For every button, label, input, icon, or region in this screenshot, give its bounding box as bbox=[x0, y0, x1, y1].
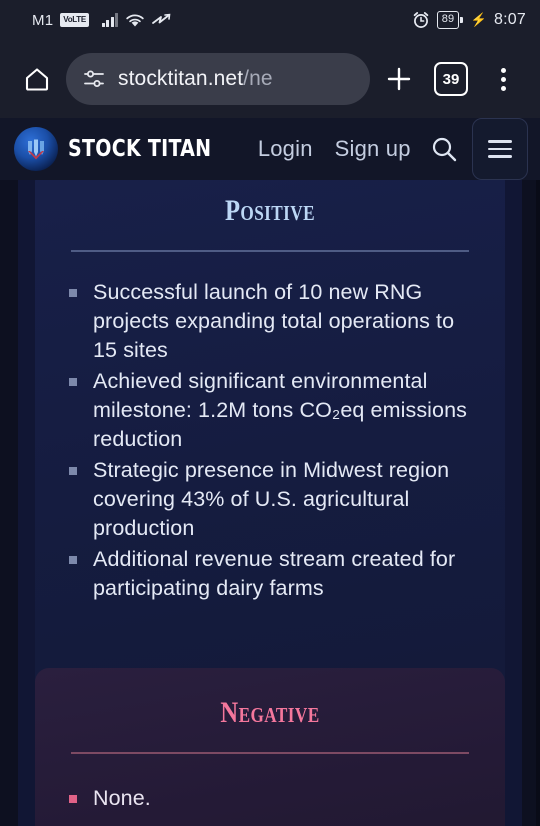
home-button[interactable] bbox=[14, 56, 60, 102]
page-content: Positive Successful launch of 10 new RNG… bbox=[0, 180, 540, 826]
data-sync-icon bbox=[152, 13, 171, 27]
status-bar-left: M1 VoLTE bbox=[14, 12, 412, 29]
signup-link[interactable]: Sign up bbox=[335, 136, 411, 162]
page-info-tune-icon[interactable] bbox=[82, 67, 106, 91]
volte-badge: VoLTE bbox=[60, 13, 89, 27]
list-item: Strategic presence in Midwest region cov… bbox=[67, 456, 475, 543]
battery-cap bbox=[460, 17, 463, 23]
url-bar[interactable]: stocktitan.net/ne bbox=[66, 53, 370, 105]
wifi-icon bbox=[125, 13, 145, 28]
mobile-browser-screen: M1 VoLTE 89 ⚡ 8:07 stocktitan.net/ne 39 … bbox=[0, 0, 540, 826]
tab-count-badge[interactable]: 39 bbox=[434, 62, 468, 96]
url-text[interactable]: stocktitan.net/ne bbox=[118, 67, 273, 91]
positive-bullet-list: Successful launch of 10 new RNG projects… bbox=[67, 278, 475, 603]
plus-icon bbox=[387, 67, 411, 91]
list-item: Achieved significant environmental miles… bbox=[67, 367, 475, 454]
charging-bolt-icon: ⚡ bbox=[470, 12, 488, 27]
hamburger-menu-icon bbox=[488, 140, 512, 143]
login-link[interactable]: Login bbox=[258, 136, 313, 162]
new-tab-button[interactable] bbox=[376, 56, 422, 102]
negative-divider bbox=[71, 752, 469, 754]
browser-menu-button[interactable] bbox=[480, 56, 526, 102]
home-icon bbox=[25, 68, 49, 91]
negative-bullet-list: None. bbox=[67, 784, 475, 813]
battery-indicator: 89 bbox=[436, 11, 463, 29]
url-path: /ne bbox=[243, 67, 273, 90]
stock-titan-logo-icon[interactable] bbox=[14, 127, 58, 171]
hamburger-menu-button[interactable] bbox=[472, 118, 528, 180]
negative-summary-card: Negative None. bbox=[35, 668, 505, 826]
status-bar: M1 VoLTE 89 ⚡ 8:07 bbox=[0, 0, 540, 40]
site-header: STOCK TITAN Login Sign up bbox=[0, 118, 540, 180]
url-domain: stocktitan.net bbox=[118, 67, 244, 90]
search-button[interactable] bbox=[429, 129, 460, 169]
three-dot-menu-icon[interactable] bbox=[500, 67, 506, 91]
alarm-icon bbox=[412, 11, 430, 29]
carrier-label: M1 bbox=[32, 11, 54, 29]
article-body: Positive Successful launch of 10 new RNG… bbox=[18, 180, 522, 826]
search-icon bbox=[433, 137, 457, 162]
list-item: None. bbox=[67, 784, 475, 813]
header-nav: Login Sign up bbox=[258, 136, 411, 162]
clock-label: 8:07 bbox=[494, 11, 526, 28]
battery-percent-label: 89 bbox=[436, 11, 460, 29]
tab-switcher-button[interactable]: 39 bbox=[428, 56, 474, 102]
negative-section-title: Negative bbox=[220, 696, 320, 729]
browser-toolbar: stocktitan.net/ne 39 bbox=[0, 40, 540, 118]
list-item: Additional revenue stream created for pa… bbox=[67, 545, 475, 603]
list-item: Successful launch of 10 new RNG projects… bbox=[67, 278, 475, 365]
status-bar-right: 89 ⚡ 8:07 bbox=[412, 11, 526, 29]
brand-name[interactable]: STOCK TITAN bbox=[68, 136, 211, 162]
positive-section-title: Positive bbox=[224, 194, 316, 227]
signal-bars-icon bbox=[101, 13, 119, 27]
scrollbar[interactable] bbox=[536, 180, 540, 826]
positive-divider bbox=[71, 250, 469, 252]
